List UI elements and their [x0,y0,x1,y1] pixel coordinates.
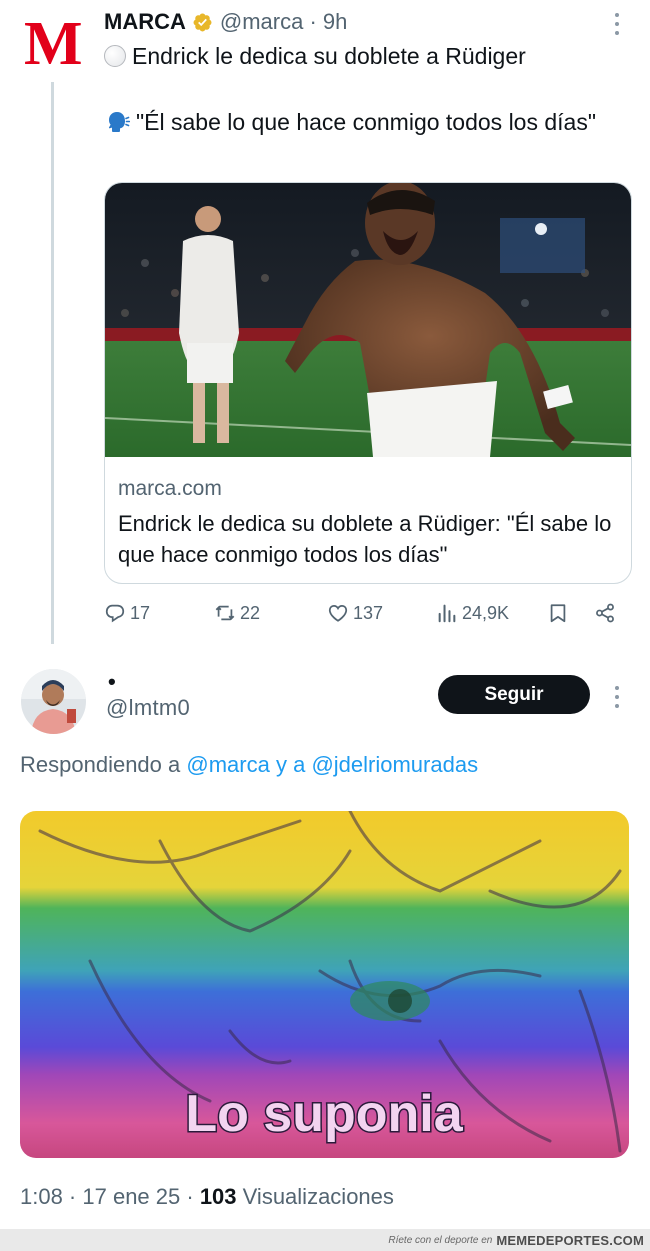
like-count: 137 [353,602,384,623]
follow-button[interactable]: Seguir [438,675,590,714]
thread-line [51,82,54,644]
avatar[interactable] [21,669,86,734]
footer-tagline: Ríete con el deporte en [388,1234,493,1246]
author-name[interactable]: MARCA [104,9,186,35]
reply-icon [105,604,125,623]
replying-prefix: Respondiendo a [20,752,181,777]
tweet-text: Endrick le dedica su doblete a Rüdiger "… [104,40,624,139]
verified-badge-icon [193,13,212,31]
view-count: 103 [199,1184,237,1209]
footer-brand: MEMEDEPORTES.COM [496,1232,644,1248]
reply-meme-image[interactable]: Lo suponia [20,811,629,1158]
avatar-image [21,669,86,734]
views-button[interactable]: 24,9K [436,597,509,629]
views-count: 24,9K [462,602,510,623]
more-options-button[interactable] [606,10,628,38]
speaking-head-emoji-icon [108,112,130,132]
more-dots-icon [606,10,628,35]
mention-link-marca[interactable]: @marca [186,752,269,777]
mention-link-jdelriomuradas[interactable]: @jdelriomuradas [311,752,478,777]
retweet-count: 22 [240,602,261,623]
replying-to-line: Respondiendo a @marca y a @jdelriomurada… [20,752,478,778]
reply-more-options-button[interactable] [606,683,628,711]
views-label: Visualizaciones [242,1184,394,1209]
card-title: Endrick le dedica su doblete a Rüdiger: … [118,511,612,567]
retweet-button[interactable]: 22 [214,597,260,629]
bookmark-icon [550,604,566,623]
reply-author-name[interactable]: • [108,669,116,695]
more-dots-icon [606,683,628,708]
views-chart-icon [438,604,456,623]
reply-author-handle[interactable]: @lmtm0 [106,695,190,721]
heart-icon [328,604,348,622]
tweet-actions-bar: 17 22 137 24,9K [104,597,624,629]
white-circle-emoji-icon [104,45,126,67]
reply-count: 17 [130,602,151,623]
card-photo-endrick [105,183,631,457]
meme-picture: Lo suponia [20,811,629,1158]
author-handle-time[interactable]: @marca · 9h [220,9,347,35]
link-card[interactable]: marca.com Endrick le dedica su doblete a… [104,182,632,584]
card-domain: marca.com [118,477,222,500]
share-icon [596,603,614,623]
tweet-text-line1: Endrick le dedica su doblete a Rüdiger [132,43,526,69]
parent-tweet-header: MARCA @marca · 9h [104,6,347,38]
marca-logo[interactable]: M [24,13,83,75]
bookmark-button[interactable] [547,597,569,629]
replying-joiner: y a [275,752,306,777]
tweet-timestamp[interactable]: 1:08 · 17 ene 25 · [20,1184,194,1209]
share-button[interactable] [594,597,616,629]
reply-button[interactable]: 17 [104,597,150,629]
watermark-footer: Ríete con el deporte en MEMEDEPORTES.COM [0,1229,650,1251]
like-button[interactable]: 137 [327,597,383,629]
retweet-icon [215,605,235,621]
tweet-metadata: 1:08 · 17 ene 25 · 103 Visualizaciones [20,1184,394,1210]
meme-caption: Lo suponia [185,1085,463,1143]
tweet-text-line2: "Él sabe lo que hace conmigo todos los d… [136,109,596,135]
